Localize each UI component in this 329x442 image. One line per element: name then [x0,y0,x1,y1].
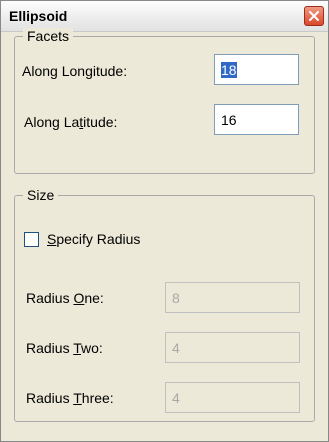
latitude-value: 16 [221,112,237,128]
longitude-input[interactable]: 18 [214,54,299,85]
latitude-label: Along Latitude: [24,114,117,130]
close-icon [309,11,319,21]
facets-group: Facets Along Longitude: 18 Along Latitud… [14,28,315,174]
radius-two-value: 4 [172,340,180,356]
close-button[interactable] [304,6,324,26]
radius-two-pre: Radius [26,340,74,356]
specify-radius-checkbox[interactable] [24,232,39,247]
longitude-label-key: g [85,63,93,79]
radius-two-input[interactable]: 4 [165,332,300,363]
ellipsoid-dialog: Ellipsoid Facets Along Longitude: 18 Alo… [0,0,329,442]
radius-one-value: 8 [172,290,180,306]
radius-three-post: hree: [81,390,114,406]
radius-two-key: T [73,340,81,356]
radius-one-key: O [73,290,85,306]
dialog-body: Facets Along Longitude: 18 Along Latitud… [8,28,321,436]
radius-two-label: Radius Two: [26,340,103,356]
longitude-label-pre: Along Lon [22,63,86,79]
longitude-label: Along Longitude: [22,63,127,79]
window-title: Ellipsoid [9,8,68,24]
radius-two-post: wo: [81,340,103,356]
radius-three-value: 4 [172,390,180,406]
facets-legend: Facets [23,28,74,44]
longitude-value: 18 [221,62,237,78]
latitude-input[interactable]: 16 [214,104,299,135]
radius-three-label: Radius Three: [26,390,114,406]
latitude-label-post: itude: [83,114,118,130]
radius-three-key: T [73,390,82,406]
radius-one-label: Radius One: [26,290,104,306]
radius-one-input[interactable]: 8 [165,282,300,313]
specify-radius-key: S [47,231,57,247]
size-group: Size Specify Radius Radius One: 8 Radius… [14,187,315,422]
longitude-label-post: itude: [92,63,128,79]
radius-three-input[interactable]: 4 [165,382,300,413]
specify-radius-rest: pecify Radius [56,231,141,247]
specify-radius-label[interactable]: Specify Radius [47,231,140,247]
size-legend: Size [23,187,59,203]
latitude-label-pre: Along La [24,114,80,130]
radius-one-pre: Radius [26,290,74,306]
radius-three-pre: Radius [26,390,74,406]
radius-one-post: ne: [84,290,104,306]
